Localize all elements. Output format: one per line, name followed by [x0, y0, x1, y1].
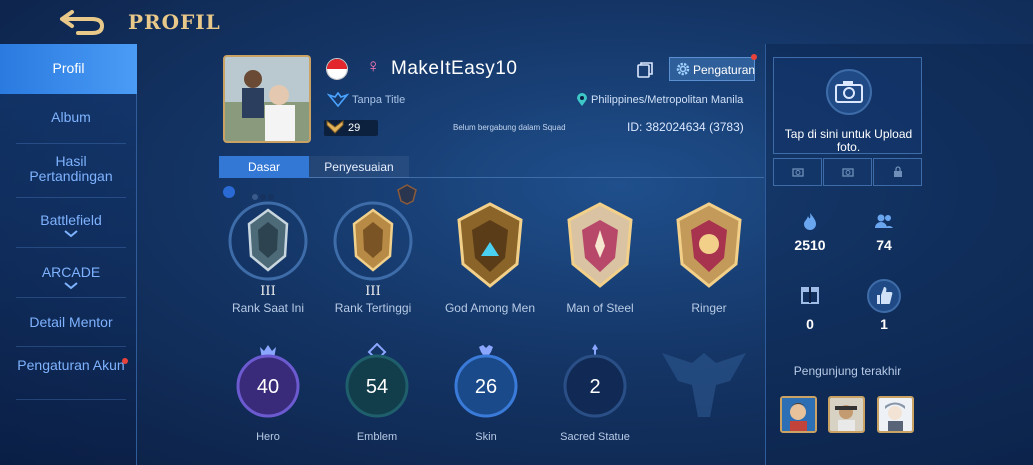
medal-label: Ringer: [691, 301, 727, 315]
sidebar-item-label: ARCADE: [41, 264, 101, 280]
medal-current-rank[interactable]: III Rank Saat Ini: [213, 198, 323, 315]
camera-icon: [792, 168, 804, 177]
sidebar-item-profil[interactable]: Profil: [0, 44, 137, 94]
photo-slot[interactable]: [773, 158, 822, 186]
tab-dasar[interactable]: Dasar: [219, 156, 309, 178]
username: MakeItEasy10: [391, 58, 518, 79]
rank-emblem-icon: [333, 201, 413, 281]
popularity-value: 2510: [794, 237, 826, 253]
stat-label: Sacred Statue: [560, 431, 630, 443]
philippines-flag-icon: [326, 58, 348, 80]
sidebar-item-label: Pengaturan Akun: [17, 357, 125, 373]
user-id: ID: 382024634 (3783): [627, 120, 744, 134]
lock-icon: [894, 166, 902, 177]
page-title: PROFIL: [128, 10, 221, 34]
stat-label: Skin: [475, 431, 497, 443]
medal-ringer[interactable]: Ringer: [654, 198, 764, 315]
notification-dot: [751, 54, 757, 60]
thumbs-up-icon: [867, 279, 901, 313]
settings-button[interactable]: Pengaturan: [669, 54, 757, 81]
level-badge: 29: [324, 120, 378, 136]
sidebar: Profil Album Hasil Pertandingan Battlefi…: [0, 44, 137, 465]
female-gender-icon: ♀: [366, 56, 381, 77]
camera-icon: [842, 168, 854, 177]
sidebar-item-label: Detail Mentor: [29, 314, 113, 330]
rank-mode-icon[interactable]: [223, 186, 235, 198]
sidebar-item-label: Hasil Pertandingan: [29, 153, 113, 184]
flame-icon: [804, 213, 816, 230]
stat-value: 2: [589, 376, 601, 398]
avatar-photo: [225, 57, 309, 141]
medal-highest-rank[interactable]: III Rank Tertinggi: [318, 198, 428, 315]
copy-icon[interactable]: [636, 61, 654, 79]
stat-value: 54: [365, 376, 389, 398]
sidebar-item-album[interactable]: Album: [16, 110, 126, 144]
rank-tier: III: [365, 284, 381, 299]
sidebar-item-label: Album: [51, 109, 91, 125]
rank-emblem-icon: [228, 201, 308, 281]
level-chevron-icon: [326, 120, 344, 134]
chevron-down-icon: [64, 282, 78, 290]
stat-label: Hero: [256, 431, 280, 443]
location-pin-icon: [577, 93, 587, 106]
locked-emblem-icon: [662, 353, 746, 417]
tab-penyesuaian[interactable]: Penyesuaian: [309, 156, 409, 178]
visitor-avatar-image: [879, 398, 912, 431]
achievement-medal-icon: [567, 202, 633, 288]
notification-dot: [122, 358, 128, 364]
likes-value: 1: [880, 316, 888, 332]
visitor-avatar-image: [782, 398, 815, 431]
sidebar-item-hasil-pertandingan[interactable]: Hasil Pertandingan: [16, 154, 126, 198]
camera-icon: [826, 69, 872, 115]
gear-icon: [676, 62, 690, 76]
squad-status: Belum bergabung dalam Squad: [453, 123, 566, 132]
medal-man-of-steel[interactable]: Man of Steel: [545, 198, 655, 315]
sidebar-item-pengaturan-akun[interactable]: Pengaturan Akun: [16, 357, 128, 400]
followers-value: 74: [876, 237, 892, 253]
visitor-avatar[interactable]: [828, 396, 865, 433]
avatar[interactable]: [223, 55, 311, 143]
recent-visitors-label: Pengunjung terakhir: [793, 364, 902, 378]
settings-label: Pengaturan: [693, 63, 756, 77]
visitor-avatar[interactable]: [780, 396, 817, 433]
stat-value: 26: [474, 376, 498, 398]
users-icon: [875, 214, 893, 228]
gifts-value: 0: [806, 316, 814, 332]
sidebar-item-arcade[interactable]: ARCADE: [16, 265, 126, 298]
visitor-avatar[interactable]: [877, 396, 914, 433]
top-bar: PROFIL: [0, 0, 1033, 44]
sidebar-item-battlefield[interactable]: Battlefield: [16, 213, 126, 248]
sidebar-item-label: Profil: [52, 60, 85, 76]
sidebar-item-label: Battlefield: [40, 212, 102, 228]
visitor-avatar-image: [830, 398, 863, 431]
tab-bar: Dasar Penyesuaian: [219, 156, 764, 178]
back-arrow-icon[interactable]: [58, 6, 108, 36]
upload-photo-button[interactable]: Tap di sini untuk Upload foto.: [773, 57, 922, 154]
chevron-down-icon: [64, 230, 78, 238]
upload-text: Tap di sini untuk Upload foto.: [784, 127, 913, 154]
stat-value: 40: [256, 376, 280, 398]
photo-slot[interactable]: [823, 158, 872, 186]
rank-tier: III: [260, 284, 276, 299]
medal-label: Rank Tertinggi: [334, 301, 412, 315]
photo-slot-locked[interactable]: [873, 158, 922, 186]
medal-god-among-men[interactable]: God Among Men: [435, 198, 545, 315]
stat-label: Emblem: [356, 431, 398, 443]
sidebar-item-detail-mentor[interactable]: Detail Mentor: [16, 315, 126, 347]
title-wings-icon: [327, 92, 349, 108]
gift-icon: [801, 287, 819, 304]
achievement-medal-icon: [457, 202, 523, 288]
achievement-medal-icon: [676, 202, 742, 288]
